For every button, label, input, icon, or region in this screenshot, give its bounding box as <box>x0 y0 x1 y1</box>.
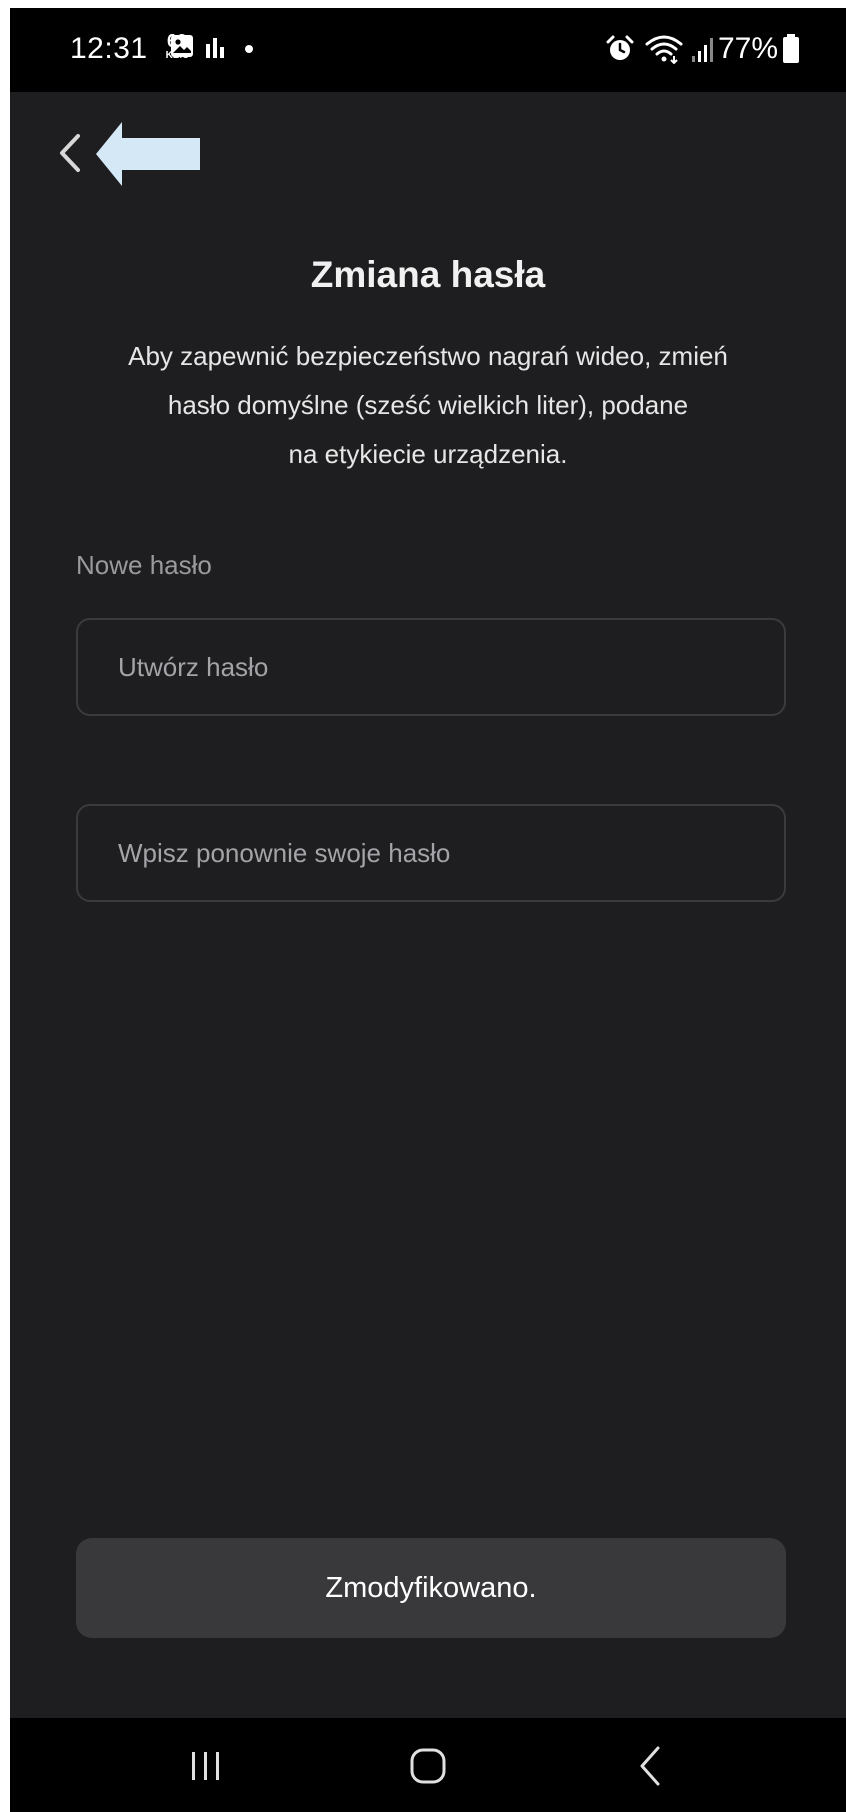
new-password-input[interactable] <box>118 620 738 714</box>
change-password-screen: Zmiana hasła Aby zapewnić bezpieczeństwo… <box>10 92 846 1718</box>
chevron-left-icon <box>60 134 80 172</box>
home-icon <box>410 1748 446 1784</box>
image-icon <box>171 35 193 57</box>
alarm-icon <box>606 35 634 60</box>
battery-icon <box>783 34 799 63</box>
phone-screen: 12:31 69 KB/s <box>10 8 846 1812</box>
status-time: 12:31 <box>70 32 148 65</box>
confirm-password-field[interactable] <box>76 804 786 902</box>
navigation-bar <box>10 1718 846 1812</box>
page-description: Aby zapewnić bezpieczeństwo nagrań wideo… <box>70 332 786 479</box>
recent-apps-button[interactable] <box>176 1740 236 1790</box>
page-title: Zmiana hasła <box>310 254 546 295</box>
back-button[interactable] <box>56 130 84 176</box>
system-back-button[interactable] <box>620 1740 680 1790</box>
new-password-field[interactable] <box>76 618 786 716</box>
dot-icon <box>245 45 253 53</box>
confirm-password-input[interactable] <box>118 806 738 900</box>
recent-apps-icon <box>192 1752 219 1780</box>
bar-chart-icon <box>206 38 224 58</box>
description-line: Aby zapewnić bezpieczeństwo nagrań wideo… <box>128 341 728 371</box>
status-bar: 12:31 69 KB/s <box>10 8 846 92</box>
back-icon <box>640 1746 660 1786</box>
description-line: na etykiecie urządzenia. <box>288 439 568 469</box>
arrow-left-icon <box>96 122 200 186</box>
description-line: hasło domyślne (sześć wielkich liter), p… <box>167 390 689 420</box>
toast-message: Zmodyfikowano. <box>76 1538 786 1638</box>
home-button[interactable] <box>398 1740 458 1790</box>
new-password-label: Nowe hasło <box>76 550 212 580</box>
battery-percent: 77% <box>718 32 779 65</box>
signal-icon <box>692 38 713 62</box>
wifi-icon <box>645 35 683 64</box>
